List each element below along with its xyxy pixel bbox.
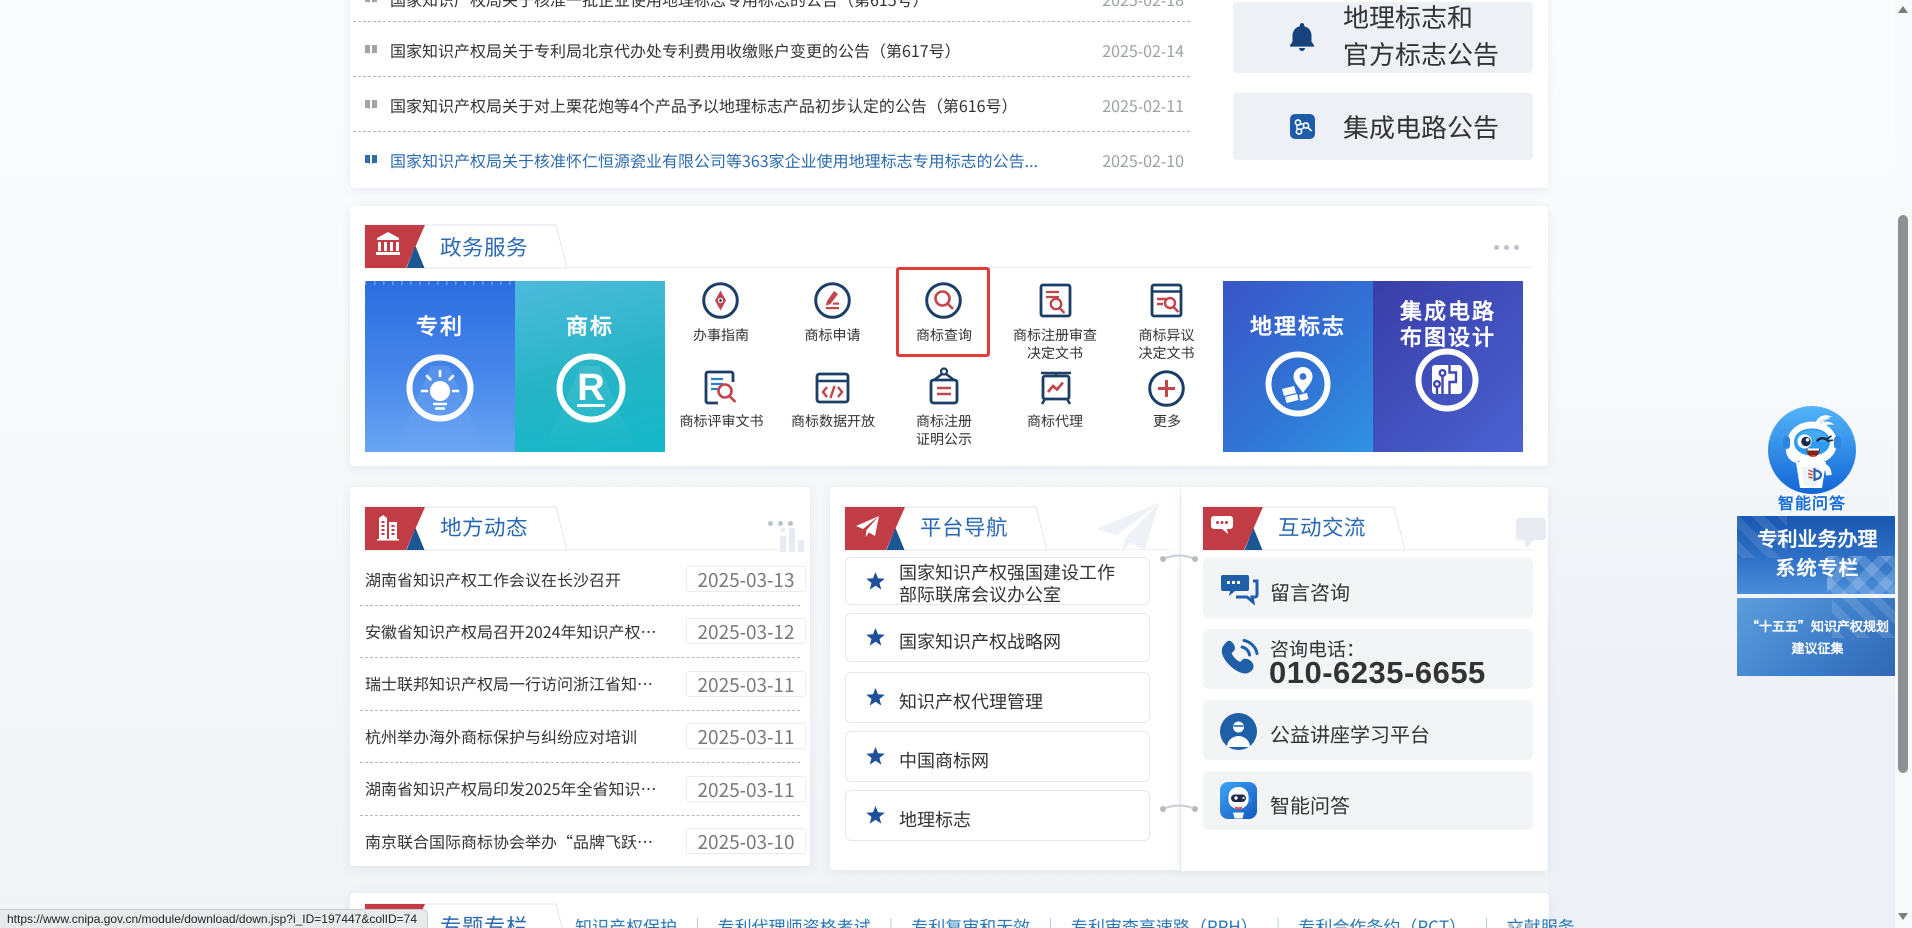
svg-text:R: R [577, 367, 604, 409]
